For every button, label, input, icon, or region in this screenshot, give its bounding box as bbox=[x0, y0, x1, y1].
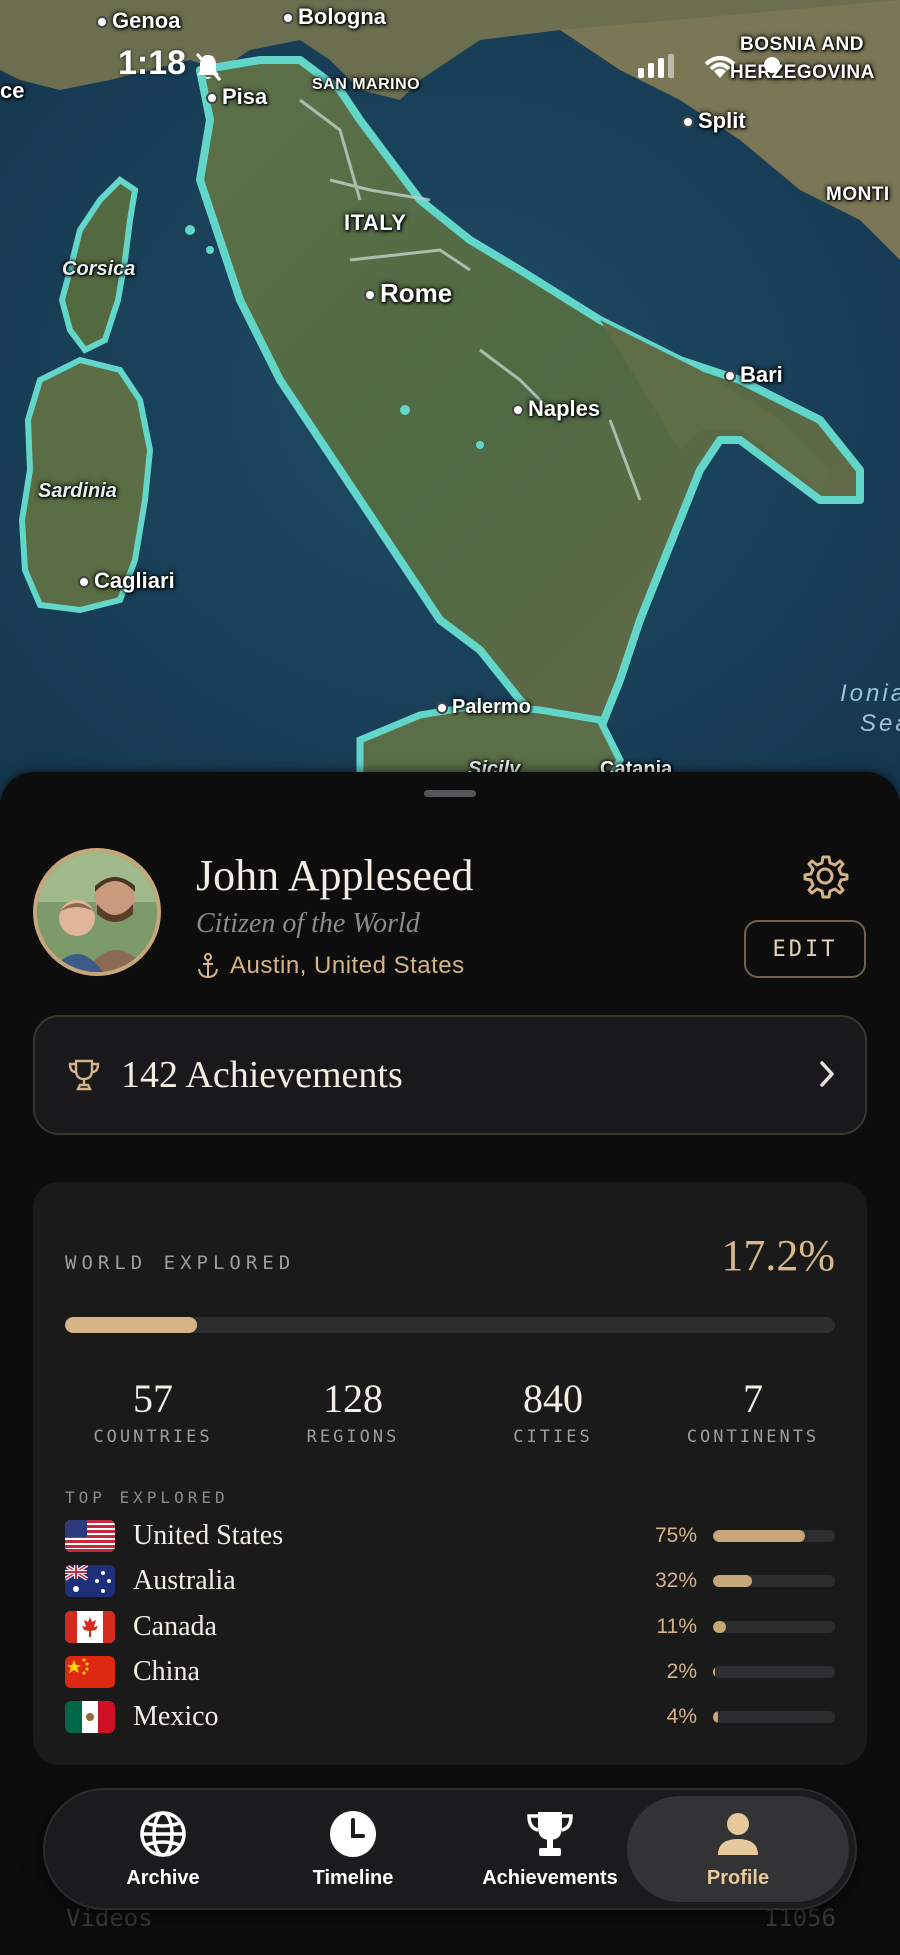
anchor-icon bbox=[198, 953, 218, 979]
status-bar: 1:18 bbox=[0, 40, 900, 90]
country-name: United States bbox=[133, 1520, 284, 1551]
location-indicator-icon bbox=[764, 57, 780, 73]
world-progress-fill bbox=[65, 1317, 198, 1333]
country-row-mexico[interactable]: Mexico 4% bbox=[65, 1699, 835, 1735]
tab-archive[interactable]: Archive bbox=[73, 1790, 253, 1908]
ca-flag-icon bbox=[65, 1611, 115, 1643]
map-view[interactable]: Genoa Bologna Pisa SAN MARINO ce BOSNIA … bbox=[0, 0, 900, 800]
tab-label: Achievements bbox=[482, 1866, 618, 1889]
profile-subtitle: Citizen of the World bbox=[196, 908, 420, 939]
stat-value: 840 bbox=[523, 1376, 583, 1421]
profile-location: Austin, United States bbox=[196, 952, 465, 980]
satellite-map bbox=[0, 0, 900, 800]
cn-flag-icon bbox=[65, 1656, 115, 1688]
tab-profile[interactable]: Profile bbox=[627, 1796, 849, 1902]
map-label-cagliari: Cagliari bbox=[78, 568, 175, 594]
map-label-palermo: Palermo bbox=[436, 696, 531, 719]
country-percent: 32% bbox=[654, 1569, 697, 1592]
world-explored-card: WORLD EXPLORED 17.2% 57 COUNTRIES 128 RE… bbox=[33, 1182, 867, 1765]
stat-label: REGIONS bbox=[306, 1427, 400, 1447]
map-label-bari: Bari bbox=[724, 362, 783, 388]
us-flag-icon bbox=[65, 1520, 115, 1552]
country-progress-fill bbox=[713, 1575, 753, 1587]
trophy-icon bbox=[68, 1059, 100, 1091]
country-name: Mexico bbox=[133, 1701, 219, 1732]
stat-value: 57 bbox=[133, 1376, 173, 1421]
country-progress-fill bbox=[713, 1711, 718, 1723]
tab-label: Profile bbox=[706, 1866, 770, 1889]
cellular-signal-icon bbox=[638, 54, 674, 78]
top-explored-title: TOP EXPLORED bbox=[65, 1488, 229, 1507]
gear-icon[interactable] bbox=[801, 852, 849, 900]
stat-continents: 7 CONTINENTS bbox=[653, 1376, 853, 1448]
profile-name: John Appleseed bbox=[196, 851, 474, 900]
avatar-photo bbox=[37, 852, 157, 972]
achievements-row[interactable]: 142 Achievements bbox=[33, 1015, 867, 1135]
country-percent: 2% bbox=[666, 1660, 697, 1683]
bell-muted-icon bbox=[195, 53, 222, 81]
stat-label: CONTINENTS bbox=[686, 1427, 820, 1447]
country-row-china[interactable]: China 2% bbox=[65, 1654, 835, 1690]
status-time: 1:18 bbox=[118, 44, 187, 82]
tab-bar: Archive Timeline Achievements Profile bbox=[43, 1788, 857, 1910]
map-label-montenegro: MONTI bbox=[826, 184, 890, 205]
country-progress-bar bbox=[713, 1530, 835, 1542]
tab-achievements[interactable]: Achievements bbox=[445, 1790, 655, 1908]
tab-timeline[interactable]: Timeline bbox=[263, 1790, 443, 1908]
chevron-right-icon bbox=[820, 1061, 834, 1087]
country-progress-bar bbox=[713, 1711, 835, 1723]
country-progress-fill bbox=[713, 1666, 716, 1678]
country-name: Australia bbox=[133, 1565, 236, 1596]
stat-label: COUNTRIES bbox=[93, 1427, 213, 1447]
map-label-rome: Rome bbox=[364, 278, 452, 309]
stat-regions: 128 REGIONS bbox=[253, 1376, 453, 1448]
stat-cities: 840 CITIES bbox=[453, 1376, 653, 1448]
country-progress-bar bbox=[713, 1575, 835, 1587]
country-progress-fill bbox=[713, 1530, 805, 1542]
map-label-genoa: Genoa bbox=[96, 8, 180, 34]
wifi-icon bbox=[704, 56, 736, 78]
country-row-canada[interactable]: Canada 11% bbox=[65, 1609, 835, 1645]
avatar[interactable] bbox=[33, 848, 161, 976]
country-percent: 4% bbox=[666, 1705, 697, 1728]
tab-label: Timeline bbox=[312, 1866, 394, 1889]
achievements-label: 142 Achievements bbox=[121, 1054, 403, 1096]
country-progress-fill bbox=[713, 1621, 727, 1633]
person-icon bbox=[718, 1812, 758, 1855]
mx-flag-icon bbox=[65, 1701, 115, 1733]
stat-label: CITIES bbox=[513, 1427, 593, 1447]
country-progress-bar bbox=[713, 1621, 835, 1633]
country-name: Canada bbox=[133, 1611, 217, 1642]
map-label-sardinia: Sardinia bbox=[38, 480, 117, 502]
au-flag-icon bbox=[65, 1565, 115, 1597]
country-row-united-states[interactable]: United States 75% bbox=[65, 1518, 835, 1554]
globe-icon bbox=[140, 1810, 186, 1857]
map-label-bologna: Bologna bbox=[282, 4, 386, 30]
sheet-grabber[interactable] bbox=[424, 790, 476, 797]
world-explored-title: WORLD EXPLORED bbox=[65, 1252, 296, 1274]
profile-sheet: John Appleseed Citizen of the World Aust… bbox=[0, 772, 900, 1955]
country-progress-bar bbox=[713, 1666, 835, 1678]
stat-countries: 57 COUNTRIES bbox=[53, 1376, 253, 1448]
stat-value: 128 bbox=[323, 1376, 383, 1421]
country-row-australia[interactable]: Australia 32% bbox=[65, 1563, 835, 1599]
edit-profile-button[interactable]: EDIT bbox=[744, 920, 866, 978]
stat-value: 7 bbox=[743, 1376, 763, 1421]
map-label-corsica: Corsica bbox=[62, 258, 136, 280]
map-label-italy: ITALY bbox=[344, 210, 407, 235]
country-name: China bbox=[133, 1656, 200, 1687]
world-explored-percent: 17.2% bbox=[721, 1231, 835, 1280]
trophy-icon bbox=[527, 1811, 573, 1856]
map-label-ionian-2: Sea bbox=[860, 710, 900, 737]
profile-location-text: Austin, United States bbox=[230, 952, 465, 979]
country-percent: 75% bbox=[654, 1524, 697, 1547]
tab-label: Archive bbox=[126, 1866, 200, 1889]
clock-icon bbox=[330, 1810, 376, 1857]
world-progress-bar bbox=[65, 1317, 835, 1333]
map-label-naples: Naples bbox=[512, 396, 600, 422]
country-percent: 11% bbox=[656, 1615, 697, 1638]
map-label-split: Split bbox=[682, 108, 746, 134]
map-label-ionian-1: Ionia bbox=[840, 680, 900, 707]
